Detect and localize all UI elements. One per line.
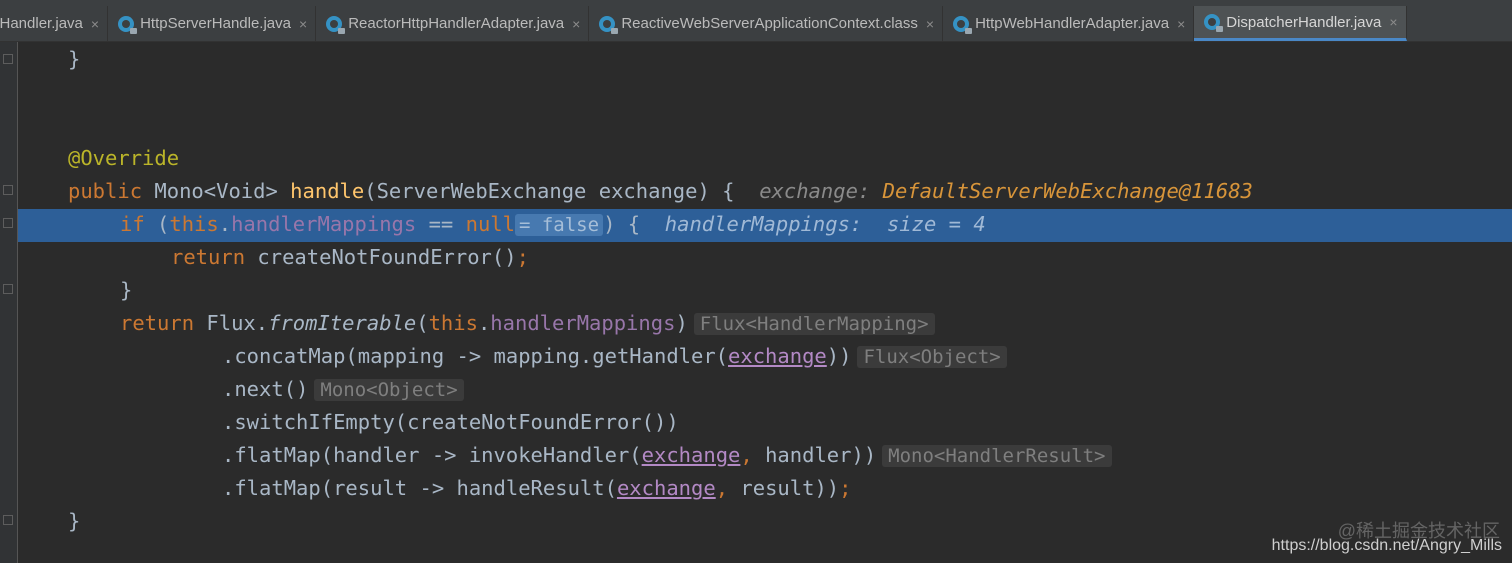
code-line: }	[68, 47, 81, 71]
code-line: .next() Mono<Object>	[222, 373, 464, 406]
code-line: return Flux.fromIterable(this.handlerMap…	[120, 307, 935, 340]
tab-chandler[interactable]: cHandler.java ×	[0, 6, 109, 41]
tabs: cHandler.java × HttpServerHandle.java × …	[0, 6, 1407, 41]
type-hint: Flux<HandlerMapping>	[693, 313, 935, 335]
code-line: .flatMap(handler -> invokeHandler(exchan…	[222, 439, 1112, 472]
debug-inline-value: DefaultServerWebExchange@11683	[882, 179, 1253, 203]
code-line: .flatMap(result -> handleResult(exchange…	[222, 476, 852, 500]
watermark-url: https://blog.csdn.net/Angry_Mills	[1271, 537, 1502, 554]
fold-marker-icon[interactable]	[3, 284, 13, 294]
code-line: }	[68, 509, 81, 533]
code-line: return createNotFoundError();	[171, 245, 529, 269]
tab-httpwebhandleradapter[interactable]: HttpWebHandlerAdapter.java ×	[943, 6, 1195, 41]
tab-label: DispatcherHandler.java	[1226, 13, 1382, 31]
tab-reactivewebserverapplicationcontext[interactable]: ReactiveWebServerApplicationContext.clas…	[589, 6, 944, 41]
tab-label: ReactiveWebServerApplicationContext.clas…	[621, 15, 918, 32]
close-icon[interactable]: ×	[572, 16, 580, 32]
code-line: .switchIfEmpty(createNotFoundError())	[222, 410, 679, 434]
type-hint: Mono<Object>	[314, 379, 464, 401]
editor-gutter[interactable]	[0, 42, 18, 563]
code-line-method-signature: public Mono<Void> handle(ServerWebExchan…	[68, 179, 1253, 203]
fold-marker-icon[interactable]	[3, 54, 13, 64]
type-hint: Mono<HandlerResult>	[882, 445, 1112, 467]
tab-label: ReactorHttpHandlerAdapter.java	[348, 15, 565, 32]
tab-label: cHandler.java	[0, 15, 83, 32]
type-hint: Flux<Object>	[857, 346, 1007, 368]
class-icon	[953, 15, 973, 34]
close-icon[interactable]: ×	[926, 16, 934, 32]
debug-inline-value: handlerMappings: size = 4	[664, 212, 986, 236]
close-icon[interactable]: ×	[1177, 16, 1185, 32]
tab-label: HttpWebHandlerAdapter.java	[975, 15, 1170, 32]
fold-marker-icon[interactable]	[3, 185, 13, 195]
class-icon	[118, 15, 138, 34]
debug-inline-label: exchange:	[759, 179, 871, 203]
close-icon[interactable]: ×	[299, 16, 307, 32]
fold-marker-icon[interactable]	[3, 218, 13, 228]
inline-value-hint: = false	[514, 214, 604, 236]
class-icon	[326, 15, 346, 34]
close-icon[interactable]: ×	[1389, 14, 1397, 30]
tab-reactorhttphandleradapter[interactable]: ReactorHttpHandlerAdapter.java ×	[316, 6, 590, 41]
editor-tab-bar: cHandler.java × HttpServerHandle.java × …	[0, 0, 1512, 42]
tab-label: HttpServerHandle.java	[140, 15, 291, 32]
fold-marker-icon[interactable]	[3, 515, 13, 525]
class-icon	[1204, 14, 1224, 32]
gutter-divider	[17, 42, 18, 563]
close-icon[interactable]: ×	[91, 16, 99, 32]
annotation: @Override	[68, 146, 180, 170]
tab-httpserverhandle[interactable]: HttpServerHandle.java ×	[108, 6, 317, 41]
code-line: .concatMap(mapping -> mapping.getHandler…	[222, 340, 1007, 373]
code-line: @Override	[68, 142, 179, 175]
code-line: }	[120, 278, 133, 302]
code-line-if-highlighted: if (this.handlerMappings == null = false)…	[120, 212, 986, 236]
class-icon	[599, 15, 619, 34]
tab-dispatcherhandler[interactable]: DispatcherHandler.java ×	[1194, 6, 1407, 41]
